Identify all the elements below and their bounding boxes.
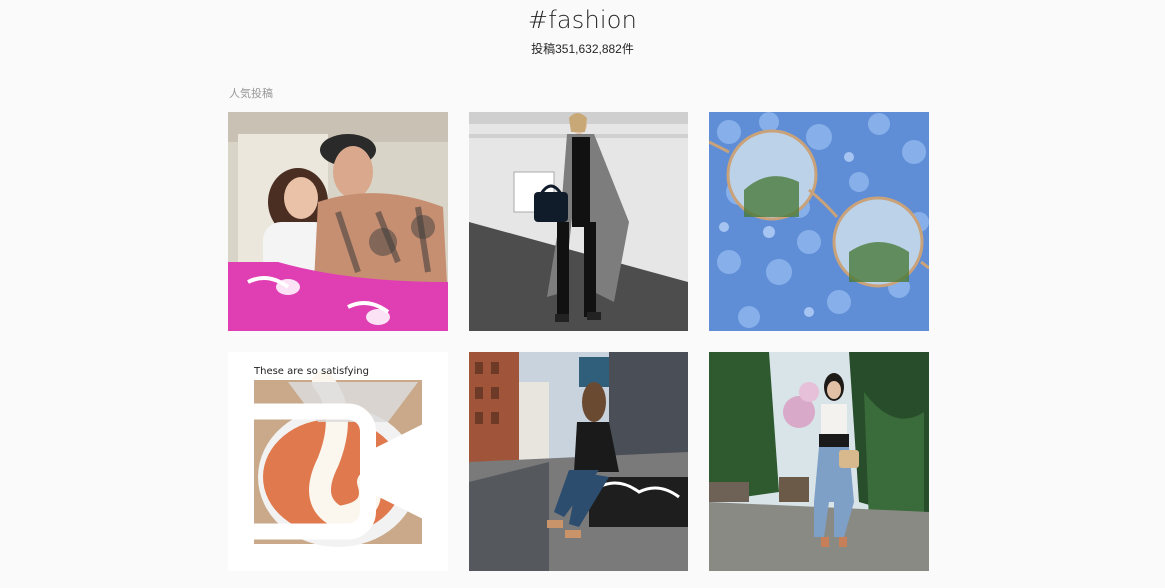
post-image-5	[469, 352, 688, 571]
post-image-6	[709, 352, 929, 571]
top-posts-grid: These are so satisfying	[228, 112, 929, 571]
post-image-2	[469, 112, 688, 331]
hashtag-header: #fashion 投稿351,632,882件	[0, 4, 1165, 57]
post-thumbnail-5[interactable]	[469, 352, 688, 571]
post-count: 投稿351,632,882件	[531, 42, 634, 56]
post-thumbnail-1[interactable]	[228, 112, 448, 331]
hashtag-title: #fashion	[527, 6, 638, 34]
post-thumbnail-6[interactable]	[709, 352, 929, 571]
top-posts-label: 人気投稿	[229, 88, 273, 100]
hashtag-page: #fashion 投稿351,632,882件 人気投稿 These are s…	[0, 0, 1165, 588]
post-thumbnail-4[interactable]: These are so satisfying	[228, 352, 448, 571]
post-thumbnail-3[interactable]	[709, 112, 929, 331]
post-image-3	[709, 112, 929, 331]
video-icon	[228, 403, 428, 540]
post-image-1	[228, 112, 448, 331]
post-thumbnail-2[interactable]	[469, 112, 688, 331]
